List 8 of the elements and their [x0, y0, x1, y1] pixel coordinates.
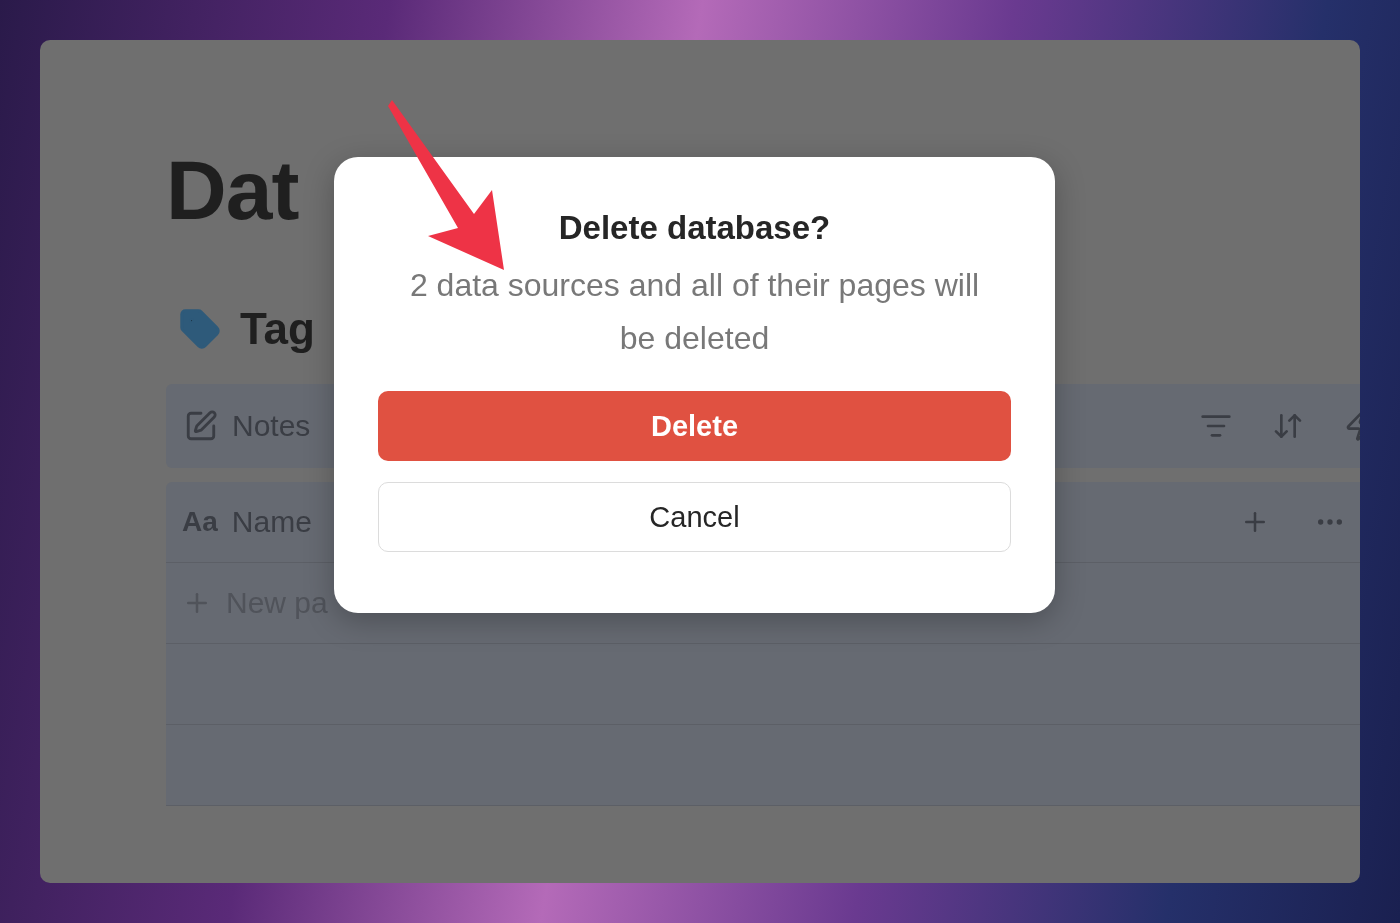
dialog-message: 2 data sources and all of their pages will be deleted [408, 266, 981, 358]
dialog-title: Delete database? [558, 209, 831, 247]
page-title: Dat [166, 148, 299, 232]
cancel-button[interactable]: Cancel [378, 482, 1011, 552]
edit-icon [184, 409, 218, 443]
delete-button[interactable]: Delete [378, 391, 1011, 461]
section-title: Tag [240, 304, 315, 354]
tag-icon [178, 307, 222, 351]
